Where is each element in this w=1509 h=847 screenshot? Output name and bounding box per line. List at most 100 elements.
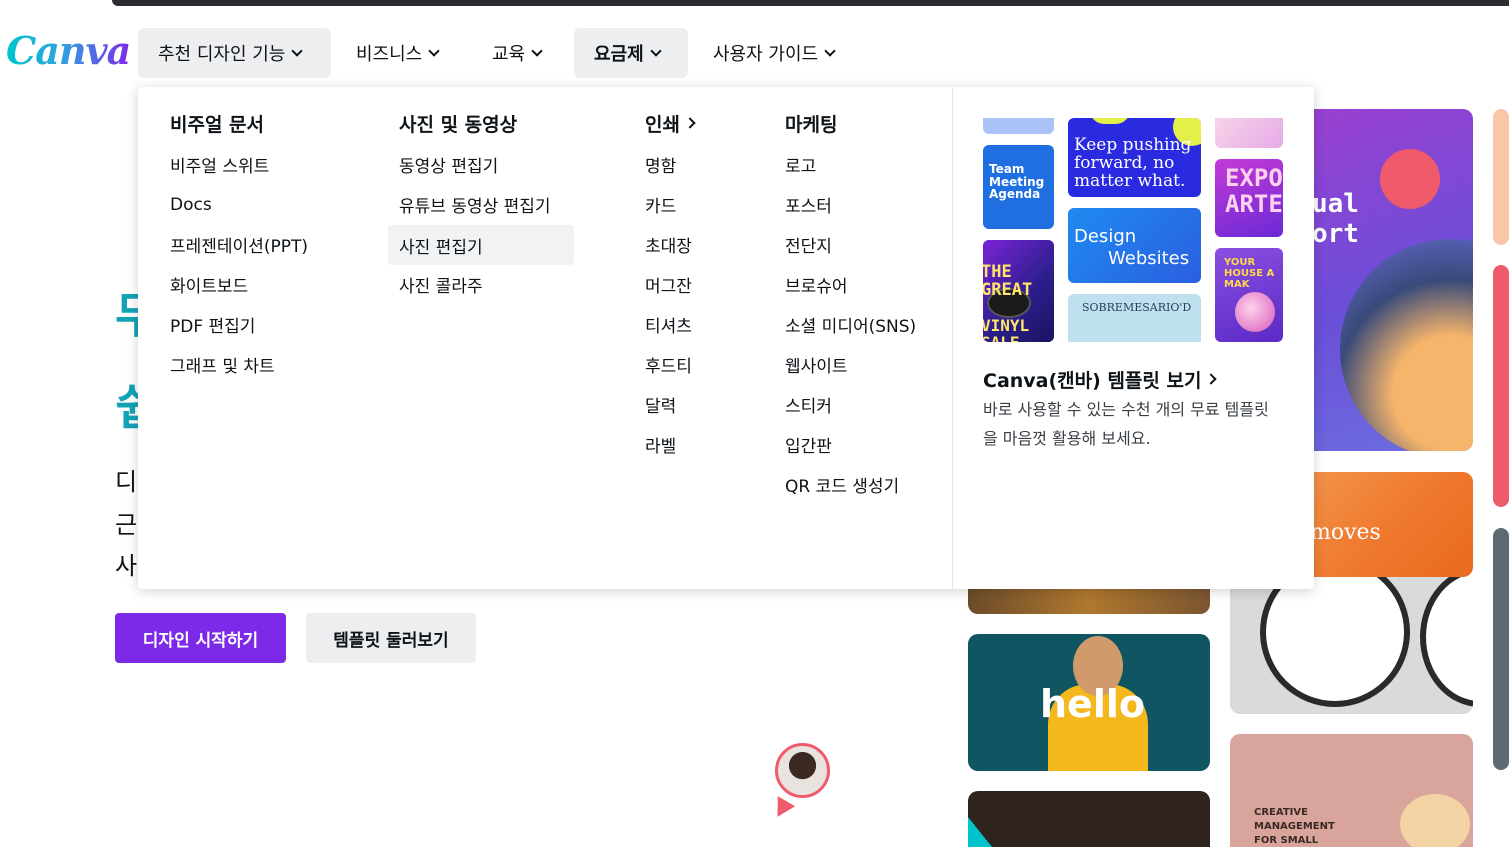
pricing-dropdown-menu: 비주얼 문서 비주얼 스위트 Docs 프레젠테이션(PPT) 화이트보드 PD… bbox=[138, 87, 1314, 589]
template-thumb-design-websites[interactable]: Design Websites bbox=[1068, 208, 1201, 283]
template-thumb-vinyl-sale[interactable]: THE GREAT VINYL SALE bbox=[983, 240, 1054, 342]
bg-card-teal-accent bbox=[968, 817, 992, 847]
nav-pricing[interactable]: 요금제 bbox=[574, 28, 688, 78]
menu-item-poster[interactable]: 포스터 bbox=[774, 184, 843, 224]
menu-item-whiteboard[interactable]: 화이트보드 bbox=[159, 264, 259, 304]
bg-card-flowers[interactable] bbox=[968, 589, 1210, 614]
browse-templates-button[interactable]: 템플릿 둘러보기 bbox=[306, 613, 476, 663]
chevron-down-icon bbox=[824, 44, 836, 57]
template-thumb-the-great-text: THE GREAT bbox=[983, 262, 1033, 300]
template-thumb-top-blue[interactable] bbox=[983, 118, 1054, 134]
menu-item-photo-collage[interactable]: 사진 콜라주 bbox=[388, 264, 494, 304]
view-templates-link[interactable]: Canva(캔바) 템플릿 보기 bbox=[983, 366, 1218, 393]
chevron-down-icon bbox=[291, 44, 304, 57]
start-design-button[interactable]: 디자인 시작하기 bbox=[115, 613, 286, 663]
menu-item-signboard[interactable]: 입간판 bbox=[774, 424, 843, 464]
bg-card-hello[interactable]: hello bbox=[968, 634, 1210, 771]
chevron-down-icon bbox=[428, 44, 440, 57]
template-thumb-top-pink[interactable] bbox=[1215, 118, 1283, 148]
nav-business[interactable]: 비즈니스 bbox=[336, 28, 458, 78]
bg-card-edge-1 bbox=[1493, 109, 1509, 245]
template-thumb-your-house-text: YOUR HOUSE A MAK bbox=[1224, 257, 1275, 290]
browser-top-strip-dark bbox=[112, 0, 1509, 6]
clock-icon bbox=[1260, 577, 1410, 707]
bg-card-visual-report-text: ual ort bbox=[1312, 189, 1359, 249]
column-title-print[interactable]: 인쇄 bbox=[645, 110, 696, 137]
menu-item-invitation[interactable]: 초대장 bbox=[634, 224, 703, 264]
canva-logo[interactable]: Canva bbox=[6, 28, 131, 73]
menu-item-label[interactable]: 라벨 bbox=[634, 424, 687, 464]
menu-item-photo-editor[interactable]: 사진 편집기 bbox=[388, 225, 574, 265]
template-thumb-expo-arte[interactable]: EXPO ARTE bbox=[1215, 159, 1283, 237]
menu-item-website[interactable]: 웹사이트 bbox=[774, 344, 859, 384]
chevron-right-icon bbox=[1205, 372, 1218, 385]
template-thumb-sphere bbox=[1235, 292, 1275, 332]
menu-item-graphs-charts[interactable]: 그래프 및 차트 bbox=[159, 344, 286, 384]
bg-card-person-image bbox=[1400, 794, 1470, 847]
menu-item-pdf-editor[interactable]: PDF 편집기 bbox=[159, 304, 266, 344]
hero-heading-line2: 쉽 bbox=[115, 380, 139, 436]
bg-card-hello-text: hello bbox=[1040, 682, 1145, 726]
bg-card-edge-2 bbox=[1493, 265, 1509, 507]
nav-user-guide[interactable]: 사용자 가이드 bbox=[693, 28, 854, 78]
template-thumb-design-websites-line1: Design bbox=[1074, 226, 1137, 247]
hero-desc-line2: 근 bbox=[115, 511, 138, 539]
nav-education[interactable]: 교육 bbox=[472, 28, 561, 78]
column-title-photo-video[interactable]: 사진 및 동영상 bbox=[399, 110, 517, 137]
menu-item-qr-code-generator[interactable]: QR 코드 생성기 bbox=[774, 464, 910, 504]
nav-featured[interactable]: 추천 디자인 기능 bbox=[138, 28, 331, 78]
avatar bbox=[775, 743, 830, 798]
menu-item-video-editor[interactable]: 동영상 편집기 bbox=[388, 144, 509, 184]
nav-education-label: 교육 bbox=[492, 44, 526, 65]
template-thumb-team-meeting[interactable]: Team Meeting Agenda bbox=[983, 145, 1054, 229]
nav-featured-label: 추천 디자인 기능 bbox=[158, 44, 286, 65]
templates-description: 바로 사용할 수 있는 수천 개의 무료 템플릿을 마음껏 활용해 보세요. bbox=[983, 400, 1269, 448]
bg-card-creative-text: CREATIVE MANAGEMENT FOR SMALL bbox=[1254, 807, 1335, 846]
menu-item-card[interactable]: 카드 bbox=[634, 184, 687, 224]
template-thumb-sobremesa[interactable]: SOBREMESARIO'D bbox=[1068, 294, 1201, 342]
dropdown-divider bbox=[952, 87, 953, 589]
menu-item-calendar[interactable]: 달력 bbox=[634, 384, 687, 424]
menu-item-youtube-video-editor[interactable]: 유튜브 동영상 편집기 bbox=[388, 184, 562, 224]
menu-item-hoodie[interactable]: 후드티 bbox=[634, 344, 703, 384]
template-thumb-team-meeting-text: Team Meeting Agenda bbox=[989, 162, 1045, 202]
menu-item-presentation[interactable]: 프레젠테이션(PPT) bbox=[159, 224, 319, 264]
bg-card-city-image bbox=[1340, 239, 1473, 451]
menu-item-sticker[interactable]: 스티커 bbox=[774, 384, 843, 424]
template-thumb-sobremesa-text: SOBREMESARIO'D bbox=[1082, 301, 1192, 314]
bg-card-creative[interactable]: CREATIVE MANAGEMENT FOR SMALL bbox=[1230, 734, 1473, 847]
cursor-pointer-icon bbox=[768, 796, 796, 822]
browser-top-strip bbox=[0, 0, 1509, 8]
menu-item-tshirt[interactable]: 티셔츠 bbox=[634, 304, 703, 344]
bg-card-dark[interactable] bbox=[968, 791, 1210, 847]
menu-item-visual-suite[interactable]: 비주얼 스위트 bbox=[159, 144, 280, 184]
bg-card-clocks[interactable] bbox=[1230, 577, 1473, 714]
chevron-right-icon bbox=[684, 116, 696, 129]
bg-card-moves-text: moves bbox=[1310, 520, 1381, 545]
menu-item-flyer[interactable]: 전단지 bbox=[774, 224, 843, 264]
menu-item-business-card[interactable]: 명함 bbox=[634, 144, 687, 184]
nav-business-label: 비즈니스 bbox=[356, 44, 423, 65]
clock-icon bbox=[1420, 577, 1473, 707]
menu-item-brochure[interactable]: 브로슈어 bbox=[774, 264, 859, 304]
menu-item-logo[interactable]: 로고 bbox=[774, 144, 827, 184]
menu-item-social-media[interactable]: 소셜 미디어(SNS) bbox=[774, 304, 927, 344]
template-thumb-your-house[interactable]: YOUR HOUSE A MAK bbox=[1215, 248, 1283, 342]
column-title-marketing[interactable]: 마케팅 bbox=[785, 110, 837, 137]
hero-desc-line1: 디 bbox=[115, 468, 138, 496]
hero-desc-line3: 사 bbox=[115, 552, 138, 580]
view-templates-link-label: Canva(캔바) 템플릿 보기 bbox=[983, 370, 1202, 392]
column-title-visual-docs[interactable]: 비주얼 문서 bbox=[170, 110, 264, 137]
bg-card-edge-3 bbox=[1493, 528, 1509, 770]
column-title-print-label: 인쇄 bbox=[645, 114, 680, 136]
template-thumb-keep-pushing-shape bbox=[1090, 118, 1130, 124]
nav-pricing-label: 요금제 bbox=[594, 44, 644, 65]
bg-card-visual-report[interactable]: ual ort bbox=[1290, 109, 1473, 451]
template-thumb-keep-pushing-text: Keep pushing forward, no matter what. bbox=[1074, 135, 1192, 191]
template-thumb-expo-arte-text: EXPO ARTE bbox=[1225, 164, 1283, 218]
menu-item-docs[interactable]: Docs bbox=[159, 185, 223, 225]
menu-item-mug[interactable]: 머그잔 bbox=[634, 264, 703, 304]
chevron-down-icon bbox=[650, 44, 662, 57]
template-thumb-keep-pushing[interactable]: Keep pushing forward, no matter what. bbox=[1068, 118, 1201, 197]
template-thumb-vinyl-sale-text: VINYL SALE bbox=[983, 316, 1030, 342]
